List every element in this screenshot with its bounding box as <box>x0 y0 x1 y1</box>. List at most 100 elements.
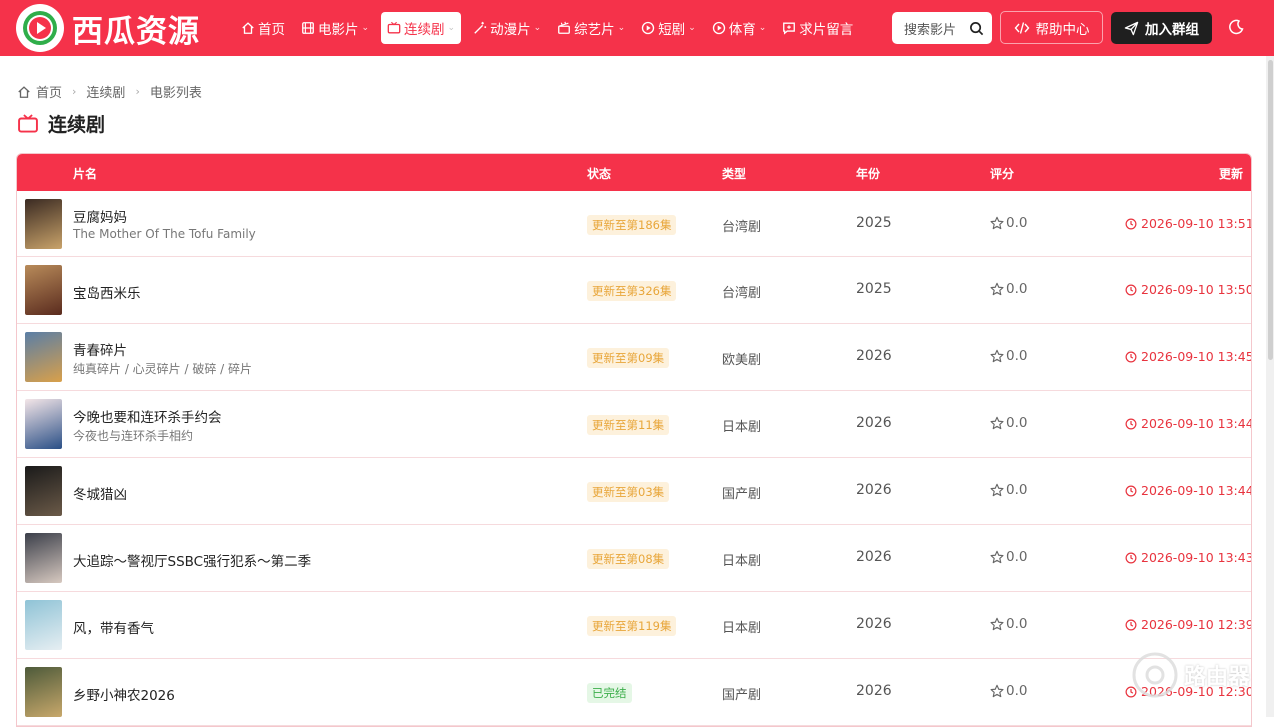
site-logo[interactable]: 西瓜资源 <box>16 4 200 52</box>
film-icon <box>302 22 314 34</box>
series-year: 2026 <box>856 482 892 498</box>
clock-icon <box>1125 485 1137 496</box>
series-year: 2025 <box>856 215 892 231</box>
search-icon[interactable] <box>969 21 984 36</box>
series-title[interactable]: 豆腐妈妈 <box>73 206 127 226</box>
table-row[interactable]: 豆腐妈妈 The Mother Of The Tofu Family 更新至第1… <box>17 191 1251 257</box>
magic-wand-icon <box>474 21 487 34</box>
watermark: 路由器 <box>1132 652 1250 698</box>
router-logo-icon <box>1132 652 1178 698</box>
main-nav: 首页 电影片 ⌄ 连续剧 ⌄ 动漫片 ⌄ 综艺片 ⌄ 短剧 ⌄ 体育 ⌄ 求片留… <box>237 12 865 44</box>
column-header-updated[interactable]: 更新 <box>1219 165 1243 182</box>
scrollbar-thumb[interactable] <box>1268 60 1273 360</box>
help-center-button[interactable]: 帮助中心 <box>1000 11 1103 44</box>
breadcrumb-category[interactable]: 连续剧 <box>86 82 125 101</box>
series-score: 0.0 <box>990 348 1027 364</box>
series-type: 台湾剧 <box>722 286 762 301</box>
table-row[interactable]: 大追踪～警视厅SSBC强行犯系～第二季 更新至第08集 日本剧 2026 0.0… <box>17 525 1251 592</box>
series-title[interactable]: 乡野小神农2026 <box>73 684 175 704</box>
nav-item-series[interactable]: 连续剧 ⌄ <box>381 12 462 44</box>
send-icon <box>1124 21 1139 35</box>
table-row[interactable]: 宝岛西米乐 更新至第326集 台湾剧 2025 0.0 2026-09-10 1… <box>17 257 1251 324</box>
clapper-icon <box>558 21 571 34</box>
status-badge: 更新至第119集 <box>587 616 677 636</box>
chevron-down-icon: ⌄ <box>758 23 767 33</box>
star-icon <box>990 282 1004 296</box>
poster-thumbnail[interactable] <box>25 667 62 717</box>
series-year: 2026 <box>856 683 892 699</box>
star-icon <box>990 684 1004 698</box>
series-subtitle: 今夜也与连环杀手相约 <box>73 429 194 443</box>
join-group-button[interactable]: 加入群组 <box>1111 12 1212 44</box>
series-type: 日本剧 <box>722 554 762 569</box>
column-header-year[interactable]: 年份 <box>856 165 880 182</box>
table-row[interactable]: 乡野小神农2026 已完结 国产剧 2026 0.0 2026-09-10 12… <box>17 659 1251 726</box>
series-type: 日本剧 <box>722 420 762 435</box>
watermelon-play-logo-icon <box>16 4 64 52</box>
series-type: 国产剧 <box>722 487 762 502</box>
nav-item-anime[interactable]: 动漫片 ⌄ <box>469 12 545 44</box>
series-title[interactable]: 青春碎片 <box>73 339 127 359</box>
play-circle-icon <box>642 21 655 35</box>
updated-time: 2026-09-10 13:45:3 <box>1125 349 1251 364</box>
nav-item-sports[interactable]: 体育 ⌄ <box>708 12 771 44</box>
table-row[interactable]: 风，带有香气 更新至第119集 日本剧 2026 0.0 2026-09-10 … <box>17 592 1251 659</box>
nav-item-home[interactable]: 首页 <box>237 12 289 44</box>
series-subtitle: 纯真碎片 / 心灵碎片 / 破碎 / 碎片 <box>73 362 253 376</box>
table-row[interactable]: 今晚也要和连环杀手约会 今夜也与连环杀手相约 更新至第11集 日本剧 2026 … <box>17 391 1251 458</box>
star-icon <box>990 216 1004 230</box>
site-name: 西瓜资源 <box>72 13 200 50</box>
column-header-title[interactable]: 片名 <box>73 165 97 182</box>
page-title: 连续剧 <box>17 110 105 137</box>
series-year: 2026 <box>856 415 892 431</box>
nav-item-request[interactable]: 求片留言 <box>778 12 857 44</box>
star-icon <box>990 416 1004 430</box>
poster-thumbnail[interactable] <box>25 466 62 516</box>
message-icon <box>783 22 796 35</box>
chevron-right-icon: › <box>72 85 77 98</box>
star-icon <box>990 483 1004 497</box>
search-input[interactable]: 搜索影片 <box>892 12 992 44</box>
poster-thumbnail[interactable] <box>25 399 62 449</box>
table-body: 豆腐妈妈 The Mother Of The Tofu Family 更新至第1… <box>17 191 1251 726</box>
status-badge: 更新至第326集 <box>587 281 677 301</box>
breadcrumb-current: 电影列表 <box>149 86 202 101</box>
series-table: 片名 状态 类型 年份 评分 更新 豆腐妈妈 The Mother Of The… <box>16 153 1252 727</box>
series-title[interactable]: 风，带有香气 <box>73 617 154 637</box>
breadcrumb-home[interactable]: 首页 <box>36 82 62 101</box>
series-score: 0.0 <box>990 683 1027 699</box>
series-type: 国产剧 <box>722 688 762 703</box>
series-year: 2026 <box>856 348 892 364</box>
column-header-score[interactable]: 评分 <box>990 165 1014 182</box>
poster-thumbnail[interactable] <box>25 332 62 382</box>
series-title[interactable]: 宝岛西米乐 <box>73 282 141 302</box>
series-score: 0.0 <box>990 549 1027 565</box>
poster-thumbnail[interactable] <box>25 199 62 249</box>
moon-icon[interactable] <box>1228 19 1244 35</box>
table-row[interactable]: 冬城猎凶 更新至第03集 国产剧 2026 0.0 2026-09-10 13:… <box>17 458 1251 525</box>
home-icon <box>18 85 30 98</box>
poster-thumbnail[interactable] <box>25 265 62 315</box>
series-title[interactable]: 今晚也要和连环杀手约会 <box>73 406 222 426</box>
nav-item-movies[interactable]: 电影片 ⌄ <box>297 12 373 44</box>
star-icon <box>990 617 1004 631</box>
status-badge: 更新至第08集 <box>587 549 670 569</box>
breadcrumb: 首页 › 连续剧 › 电影列表 <box>17 82 202 101</box>
column-header-type[interactable]: 类型 <box>722 165 746 182</box>
series-score: 0.0 <box>990 482 1027 498</box>
home-icon <box>242 22 254 34</box>
series-title[interactable]: 大追踪～警视厅SSBC强行犯系～第二季 <box>73 550 311 570</box>
series-title[interactable]: 冬城猎凶 <box>73 483 127 503</box>
top-header: 西瓜资源 首页 电影片 ⌄ 连续剧 ⌄ 动漫片 ⌄ 综艺片 ⌄ 短剧 ⌄ 体育 … <box>0 0 1274 56</box>
table-row[interactable]: 青春碎片 纯真碎片 / 心灵碎片 / 破碎 / 碎片 更新至第09集 欧美剧 2… <box>17 324 1251 391</box>
poster-thumbnail[interactable] <box>25 533 62 583</box>
nav-item-shorts[interactable]: 短剧 ⌄ <box>637 12 700 44</box>
nav-item-variety[interactable]: 综艺片 ⌄ <box>553 12 629 44</box>
chevron-down-icon: ⌄ <box>533 23 542 33</box>
series-year: 2026 <box>856 549 892 565</box>
clock-icon <box>1125 619 1137 630</box>
poster-thumbnail[interactable] <box>25 600 62 650</box>
series-type: 日本剧 <box>722 621 762 636</box>
column-header-status[interactable]: 状态 <box>587 165 611 182</box>
status-badge: 更新至第186集 <box>587 215 677 235</box>
